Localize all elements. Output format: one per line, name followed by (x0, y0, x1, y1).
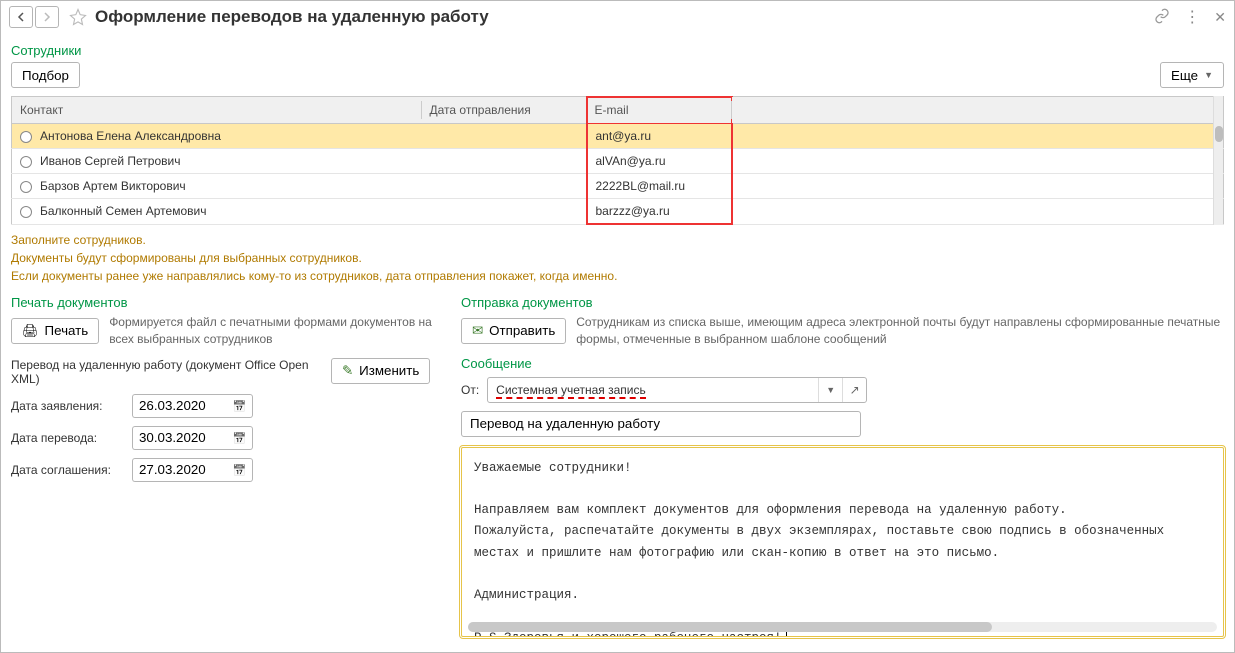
cell-email: 2222BL@mail.ru (587, 174, 732, 199)
close-icon[interactable]: ✕ (1214, 9, 1226, 26)
msg-line: Направляем вам комплект документов для о… (474, 500, 1211, 521)
radio-icon[interactable] (20, 206, 32, 218)
hint-line: Если документы ранее уже направлялись ко… (11, 267, 1224, 285)
doc-name: Перевод на удаленную работу (документ Of… (11, 358, 321, 386)
table-row[interactable]: Барзов Артем Викторович 2222BL@mail.ru (12, 174, 1224, 199)
calendar-icon[interactable] (227, 394, 253, 418)
col-contact[interactable]: Контакт (12, 97, 422, 124)
send-heading: Отправка документов (461, 295, 1224, 310)
hint-line: Документы будут сформированы для выбранн… (11, 249, 1224, 267)
col-email[interactable]: E-mail (587, 97, 732, 124)
from-select[interactable]: Системная учетная запись ▼ (487, 377, 867, 403)
calendar-icon[interactable] (227, 426, 253, 450)
date-agr-label: Дата соглашения: (11, 463, 126, 477)
radio-icon[interactable] (20, 156, 32, 168)
col-date-sent[interactable]: Дата отправления (422, 97, 587, 124)
msg-line: Уважаемые сотрудники! (474, 458, 1211, 479)
vscroll-track[interactable] (1213, 96, 1223, 225)
radio-icon[interactable] (20, 181, 32, 193)
open-icon[interactable] (842, 378, 866, 402)
select-button[interactable]: Подбор (11, 62, 80, 88)
chevron-down-icon[interactable]: ▼ (818, 378, 842, 402)
msg-line: Администрация. (474, 585, 1211, 606)
date-agr-input[interactable] (132, 458, 227, 482)
edit-button[interactable]: Изменить (331, 358, 430, 384)
hint-line: Заполните сотрудников. (11, 231, 1224, 249)
link-icon[interactable] (1154, 8, 1170, 27)
employees-table-wrap: Контакт Дата отправления E-mail Антонова… (11, 96, 1224, 225)
more-button[interactable]: Еще ▼ (1160, 62, 1224, 88)
cell-contact: Иванов Сергей Петрович (40, 154, 180, 168)
message-body[interactable]: Уважаемые сотрудники! Направляем вам ком… (461, 447, 1224, 637)
employees-heading: Сотрудники (11, 43, 1224, 58)
print-button[interactable]: Печать (11, 318, 99, 344)
print-button-label: Печать (45, 323, 89, 338)
cell-contact: Антонова Елена Александровна (40, 129, 221, 143)
date-trans-input[interactable] (132, 426, 227, 450)
subject-input[interactable] (461, 411, 861, 437)
hscroll-track[interactable] (468, 622, 1217, 632)
chevron-down-icon: ▼ (1204, 70, 1213, 80)
send-icon (472, 323, 483, 339)
radio-icon[interactable] (20, 131, 32, 143)
nav-back-button[interactable] (9, 6, 33, 28)
edit-button-label: Изменить (359, 363, 419, 378)
message-heading: Сообщение (461, 356, 1224, 371)
cell-contact: Балконный Семен Артемович (40, 204, 206, 218)
cell-email: alVAn@ya.ru (587, 149, 732, 174)
table-row[interactable]: Балконный Семен Артемович barzzz@ya.ru (12, 199, 1224, 225)
print-icon (22, 323, 39, 339)
send-desc: Сотрудникам из списка выше, имеющим адре… (576, 314, 1224, 348)
vscroll-thumb[interactable] (1215, 126, 1223, 142)
favorite-star-icon[interactable] (67, 6, 89, 28)
more-button-label: Еще (1171, 68, 1198, 83)
cell-date (422, 124, 587, 149)
table-row[interactable]: Иванов Сергей Петрович alVAn@ya.ru (12, 149, 1224, 174)
title-bar: Оформление переводов на удаленную работу… (1, 1, 1234, 33)
date-app-label: Дата заявления: (11, 399, 126, 413)
print-heading: Печать документов (11, 295, 441, 310)
print-desc: Формируется файл с печатными формами док… (109, 314, 441, 348)
cell-date (422, 149, 587, 174)
table-row[interactable]: Антонова Елена Александровна ant@ya.ru (12, 124, 1224, 149)
employees-table[interactable]: Контакт Дата отправления E-mail Антонова… (11, 96, 1224, 225)
kebab-menu-icon[interactable]: ⋮ (1184, 7, 1200, 27)
page-title: Оформление переводов на удаленную работу (95, 7, 1154, 27)
send-button-label: Отправить (489, 323, 555, 338)
select-button-label: Подбор (22, 68, 69, 83)
from-label: От: (461, 383, 479, 397)
hint-text: Заполните сотрудников. Документы будут с… (11, 231, 1224, 285)
cell-email: ant@ya.ru (587, 124, 732, 149)
date-app-input[interactable] (132, 394, 227, 418)
send-button[interactable]: Отправить (461, 318, 566, 344)
calendar-icon[interactable] (227, 458, 253, 482)
cell-email: barzzz@ya.ru (587, 199, 732, 225)
col-spacer (732, 97, 1224, 124)
cell-contact: Барзов Артем Викторович (40, 179, 186, 193)
edit-icon (342, 363, 353, 379)
nav-forward-button[interactable] (35, 6, 59, 28)
date-trans-label: Дата перевода: (11, 431, 126, 445)
cell-date (422, 199, 587, 225)
msg-line: Пожалуйста, распечатайте документы в дву… (474, 521, 1211, 564)
cell-date (422, 174, 587, 199)
hscroll-thumb[interactable] (468, 622, 992, 632)
from-value: Системная учетная запись (496, 383, 646, 399)
